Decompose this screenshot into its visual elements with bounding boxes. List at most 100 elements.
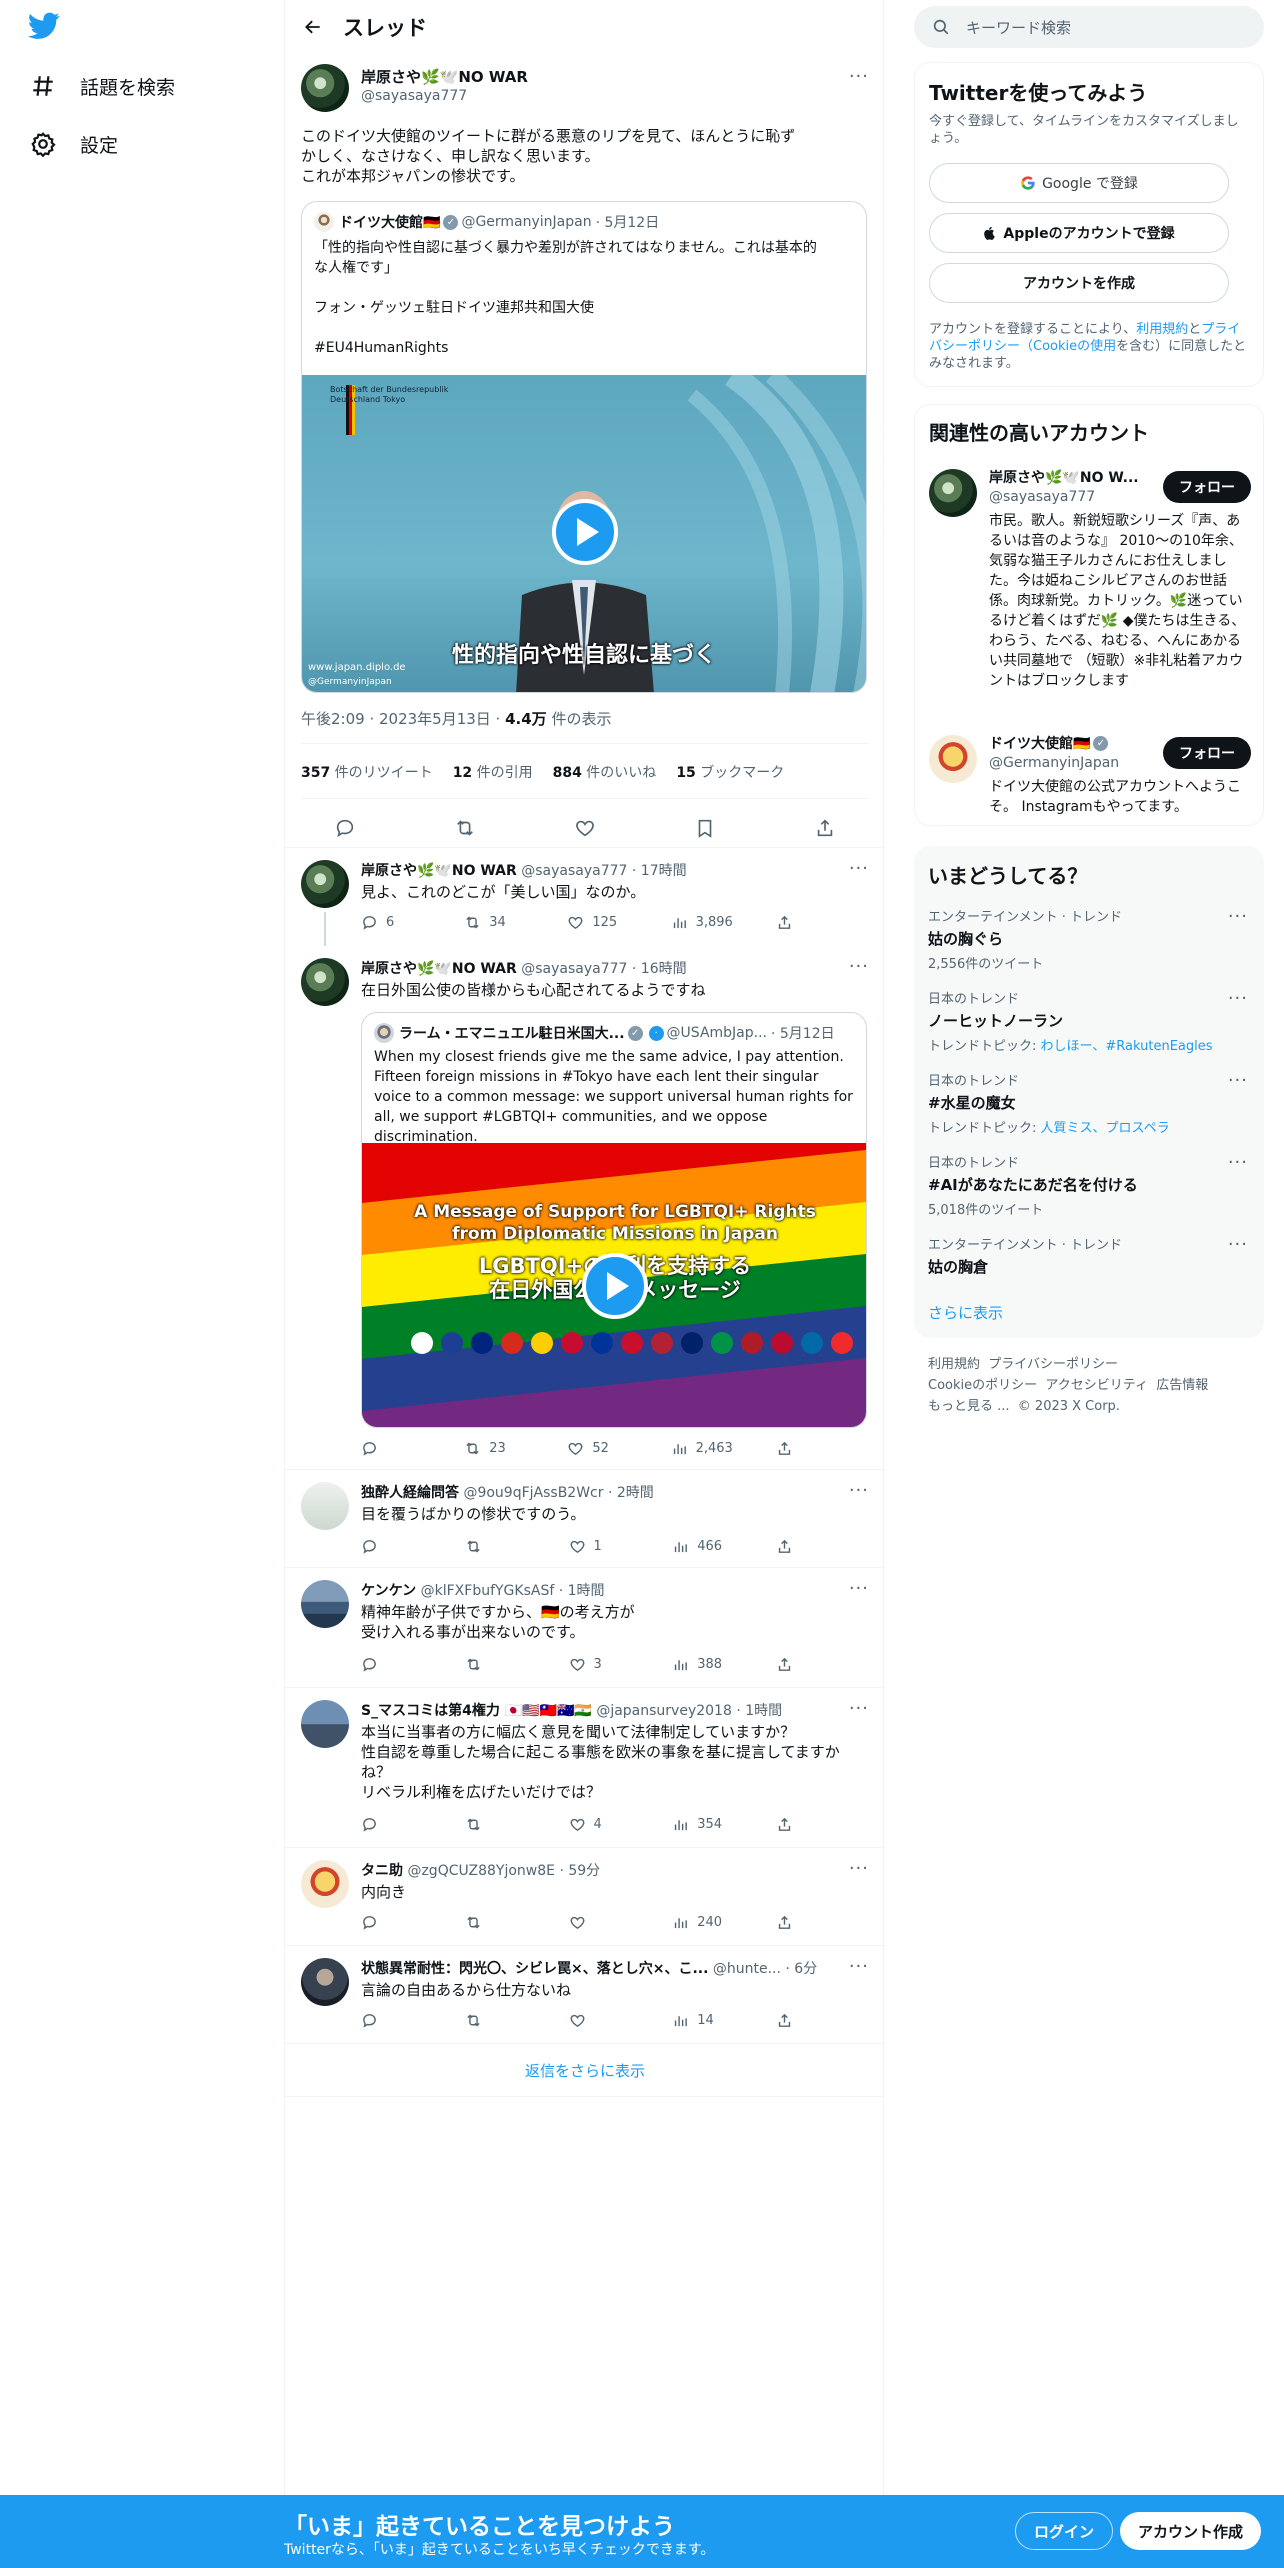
share-button[interactable] bbox=[776, 914, 801, 931]
like-button[interactable]: 52 bbox=[567, 1440, 627, 1457]
more-options-icon[interactable]: ··· bbox=[1228, 906, 1248, 927]
more-options-icon[interactable]: ··· bbox=[849, 858, 869, 879]
reply-button[interactable] bbox=[361, 1440, 421, 1457]
retweet-button[interactable] bbox=[465, 1914, 525, 1931]
like-button[interactable]: 1 bbox=[569, 1538, 629, 1555]
more-options-icon[interactable]: ··· bbox=[849, 956, 869, 977]
show-more-replies-link[interactable]: 返信をさらに表示 bbox=[285, 2044, 885, 2096]
follow-button[interactable]: フォロー bbox=[1163, 471, 1251, 503]
like-button[interactable]: 4 bbox=[569, 1816, 629, 1833]
login-button[interactable]: ログイン bbox=[1015, 2512, 1114, 2550]
account-name[interactable]: ドイツ大使館🇩🇪 bbox=[989, 733, 1090, 753]
author-name[interactable]: 岸原さや🌿🕊️NO WAR bbox=[361, 961, 517, 977]
author-handle[interactable]: @zgQCUZ88Yjonw8E bbox=[407, 1863, 555, 1879]
share-button[interactable] bbox=[776, 2012, 801, 2029]
quoted-tweet[interactable]: ラーム・エマニュエル駐日米国大... ✓ · @USAmbJap... · 5月… bbox=[361, 1012, 867, 1428]
share-icon[interactable] bbox=[814, 817, 836, 843]
reply-button[interactable] bbox=[361, 1538, 421, 1555]
back-arrow-icon[interactable] bbox=[285, 0, 341, 53]
footer-link[interactable]: プライバシーポリシー bbox=[988, 1357, 1118, 1372]
views-button[interactable]: 388 bbox=[672, 1656, 732, 1673]
author-handle[interactable]: @sayasaya777 bbox=[521, 863, 627, 879]
author-handle[interactable]: @9ou9qFjAssB2Wcr bbox=[463, 1485, 603, 1501]
video-thumbnail[interactable]: Botschaft der Bundesrepublik Deutschland… bbox=[302, 375, 866, 692]
avatar[interactable] bbox=[301, 1958, 349, 2006]
more-options-icon[interactable]: ··· bbox=[849, 1698, 869, 1719]
rainbow-image[interactable]: A Message of Support for LGBTQI+ Rights … bbox=[362, 1143, 866, 1427]
more-options-icon[interactable]: ··· bbox=[849, 1480, 869, 1501]
nav-settings[interactable]: 設定 bbox=[28, 118, 118, 170]
more-options-icon[interactable]: ··· bbox=[849, 66, 869, 87]
account-name[interactable]: 岸原さや🌿🕊️NO W... bbox=[989, 467, 1139, 487]
author-handle[interactable]: @klFXFbufYGKsASf bbox=[421, 1583, 555, 1599]
reply-button[interactable] bbox=[361, 2012, 421, 2029]
avatar[interactable] bbox=[301, 1700, 349, 1748]
show-more-trends-link[interactable]: さらに表示 bbox=[928, 1302, 1003, 1323]
reply-button[interactable] bbox=[361, 1816, 421, 1833]
more-options-icon[interactable]: ··· bbox=[1228, 1234, 1248, 1255]
quote-stat[interactable]: 12 件の引用 bbox=[453, 762, 533, 782]
reply-tweet[interactable]: S_マスコミは第4権力 🇯🇵🇺🇸🇹🇼🇦🇺🇮🇳 @japansurvey2018 … bbox=[285, 1688, 885, 1848]
footer-link[interactable]: アクセシビリティ bbox=[1045, 1378, 1148, 1393]
author-handle[interactable]: @hunte... bbox=[713, 1961, 781, 1977]
reply-button[interactable] bbox=[361, 1914, 421, 1931]
reply-tweet[interactable]: 岸原さや🌿🕊️NO WAR @sayasaya777 · 16時間 ··· 在日… bbox=[285, 946, 885, 1470]
share-button[interactable] bbox=[776, 1538, 801, 1555]
views-button[interactable]: 3,896 bbox=[671, 914, 733, 931]
twitter-logo-icon[interactable] bbox=[28, 12, 64, 48]
trend-item[interactable]: 日本のトレンド #AIがあなたにあだ名を付ける 5,018件のツイート ··· bbox=[928, 1152, 1248, 1218]
author-handle[interactable]: @japansurvey2018 bbox=[596, 1703, 732, 1719]
footer-link[interactable]: Cookieのポリシー bbox=[928, 1378, 1037, 1393]
views-button[interactable]: 354 bbox=[672, 1816, 732, 1833]
author-handle[interactable]: @sayasaya777 bbox=[361, 88, 467, 104]
share-button[interactable] bbox=[776, 1656, 801, 1673]
reply-tweet[interactable]: タニ助 @zgQCUZ88Yjonw8E · 59分 ··· 内向き 240 bbox=[285, 1848, 885, 1946]
retweet-button[interactable] bbox=[465, 1656, 525, 1673]
reply-tweet[interactable]: ケンケン @klFXFbufYGKsASf · 1時間 ··· 精神年齢が子供で… bbox=[285, 1568, 885, 1688]
trend-item[interactable]: エンターテインメント · トレンド 姑の胸倉 ··· bbox=[928, 1234, 1248, 1277]
apple-signup-button[interactable]: Appleのアカウントで登録 bbox=[929, 213, 1229, 253]
more-options-icon[interactable]: ··· bbox=[1228, 988, 1248, 1009]
author-name[interactable]: 独酔人経綸問答 bbox=[361, 1485, 459, 1501]
avatar[interactable] bbox=[301, 1580, 349, 1628]
play-button-icon[interactable] bbox=[552, 499, 618, 565]
like-button[interactable] bbox=[569, 1914, 629, 1931]
reply-icon[interactable] bbox=[334, 817, 356, 843]
more-options-icon[interactable]: ··· bbox=[849, 1956, 869, 1977]
bookmark-icon[interactable] bbox=[694, 817, 716, 843]
nav-explore[interactable]: 話題を検索 bbox=[28, 60, 175, 112]
retweet-button[interactable]: 34 bbox=[464, 914, 524, 931]
views-button[interactable]: 2,463 bbox=[671, 1440, 733, 1457]
like-icon[interactable] bbox=[574, 817, 596, 843]
follow-button[interactable]: フォロー bbox=[1163, 737, 1251, 769]
avatar[interactable] bbox=[929, 469, 977, 517]
like-button[interactable]: 125 bbox=[567, 914, 627, 931]
play-button-icon[interactable] bbox=[582, 1253, 648, 1319]
avatar[interactable] bbox=[301, 860, 349, 908]
more-options-icon[interactable]: ··· bbox=[849, 1578, 869, 1599]
related-account[interactable]: 岸原さや🌿🕊️NO W... @sayasaya777 フォロー 市民。歌人。新… bbox=[915, 461, 1265, 711]
retweet-button[interactable] bbox=[465, 2012, 525, 2029]
avatar[interactable] bbox=[301, 1860, 349, 1908]
like-stat[interactable]: 884 件のいいね bbox=[553, 762, 657, 782]
footer-link[interactable]: もっと見る ... bbox=[928, 1399, 1010, 1414]
reply-tweet[interactable]: 状態異常耐性：閃光〇、シビレ罠×、落とし穴×、こ... @hunte... · … bbox=[285, 1946, 885, 2044]
create-account-button[interactable]: アカウントを作成 bbox=[929, 263, 1229, 303]
author-name[interactable]: タニ助 bbox=[361, 1863, 403, 1879]
share-button[interactable] bbox=[776, 1914, 801, 1931]
search-input[interactable]: キーワード検索 bbox=[966, 17, 1071, 38]
views-button[interactable]: 466 bbox=[672, 1538, 732, 1555]
retweet-button[interactable] bbox=[465, 1538, 525, 1555]
more-options-icon[interactable]: ··· bbox=[849, 1858, 869, 1879]
reply-time[interactable]: · 1時間 bbox=[559, 1583, 605, 1599]
avatar[interactable] bbox=[301, 958, 349, 1006]
retweet-button[interactable]: 23 bbox=[464, 1440, 524, 1457]
more-options-icon[interactable]: ··· bbox=[1228, 1152, 1248, 1173]
google-signup-button[interactable]: Google で登録 bbox=[929, 163, 1229, 203]
author-name[interactable]: 岸原さや🌿🕊️NO WAR bbox=[361, 863, 517, 879]
terms-link[interactable]: 利用規約 bbox=[1136, 322, 1188, 337]
trend-item[interactable]: 日本のトレンド ノーヒットノーラン トレンドトピック: わしほー、#Rakute… bbox=[928, 988, 1248, 1054]
avatar[interactable] bbox=[301, 64, 349, 112]
avatar[interactable] bbox=[929, 735, 977, 783]
reply-time[interactable]: · 6分 bbox=[785, 1961, 817, 1977]
